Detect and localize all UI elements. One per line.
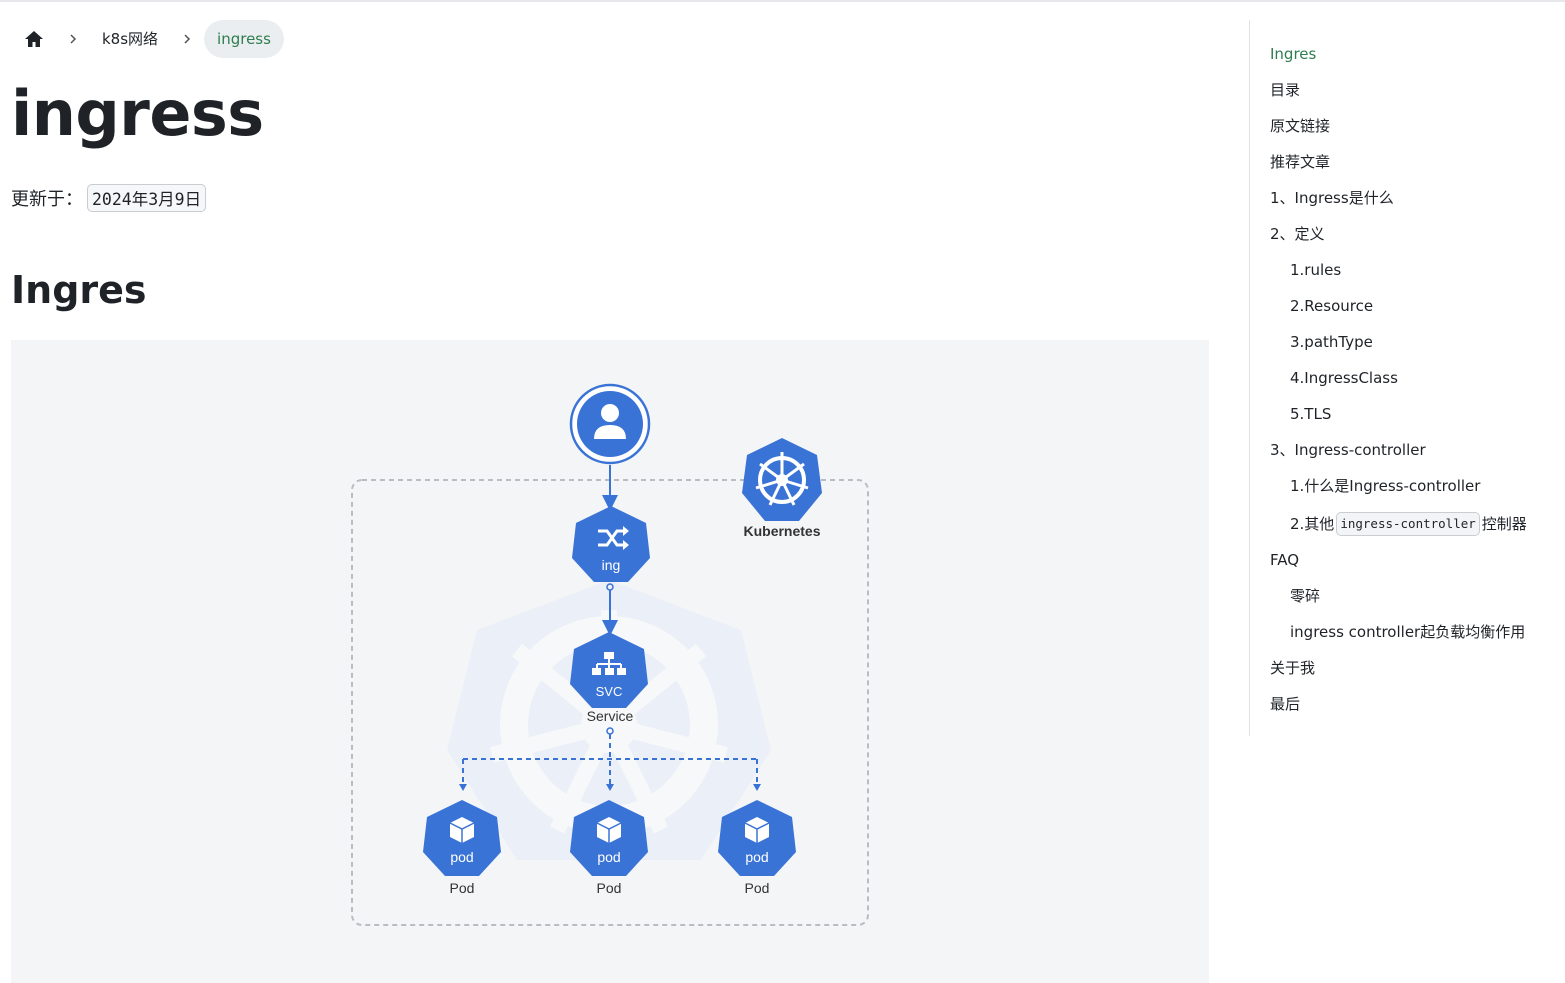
home-icon	[25, 31, 43, 47]
breadcrumb-item-k8s-network[interactable]: k8s网络	[90, 20, 170, 58]
ingress-node: ing	[572, 506, 650, 582]
pod-label: pod	[450, 849, 473, 865]
breadcrumb-item-ingress[interactable]: ingress	[204, 20, 284, 58]
toc-item-load-balancing[interactable]: ingress controller起负载均衡作用	[1290, 622, 1525, 642]
kubernetes-logo-icon	[742, 438, 822, 521]
breadcrumb-home[interactable]	[12, 20, 56, 58]
table-of-contents: Ingres 目录 原文链接 推荐文章 1、Ingress是什么 2、定义 1.…	[1249, 20, 1559, 736]
toc-item-tls[interactable]: 5.TLS	[1290, 404, 1331, 424]
toc-item-other-post: 控制器	[1481, 515, 1527, 533]
toc-item-what-is-ingress-controller[interactable]: 1.什么是Ingress-controller	[1290, 476, 1480, 496]
kubernetes-caption: Kubernetes	[743, 523, 820, 539]
service-caption: Service	[587, 708, 634, 724]
chevron-right-icon	[170, 33, 204, 45]
toc-item-definition[interactable]: 2、定义	[1270, 224, 1325, 244]
pod-caption: Pod	[597, 880, 622, 896]
ingress-architecture-diagram: Kubernetes ing SVC Service pod Pod pod P…	[11, 340, 1209, 983]
toc-item-ingress-controller[interactable]: 3、Ingress-controller	[1270, 440, 1426, 460]
pod-label: pod	[597, 849, 620, 865]
toc-item-original-link[interactable]: 原文链接	[1270, 116, 1330, 136]
toc-item-faq[interactable]: FAQ	[1270, 550, 1299, 570]
toc-item-contents[interactable]: 目录	[1270, 80, 1300, 100]
toc-item-other-controllers[interactable]: 2.其他 ingress-controller 控制器	[1290, 512, 1527, 536]
pod-caption: Pod	[450, 880, 475, 896]
ing-label: ing	[602, 557, 621, 573]
diagram-svg: Kubernetes ing SVC Service pod Pod pod P…	[351, 383, 869, 926]
toc-item-about-me[interactable]: 关于我	[1270, 658, 1315, 678]
section-heading-ingres: Ingres	[11, 268, 147, 312]
toc-item-rules[interactable]: 1.rules	[1290, 260, 1341, 280]
toc-item-resource[interactable]: 2.Resource	[1290, 296, 1373, 316]
pod-caption: Pod	[745, 880, 770, 896]
updated-date: 2024年3月9日	[87, 184, 207, 212]
pod-label: pod	[745, 849, 768, 865]
toc-item-other-pre: 2.其他	[1290, 515, 1335, 533]
updated-info: 更新于： 2024年3月9日	[11, 184, 207, 212]
toc-item-recommended[interactable]: 推荐文章	[1270, 152, 1330, 172]
svc-label: SVC	[596, 684, 623, 699]
updated-label: 更新于：	[11, 189, 83, 210]
top-border	[0, 0, 1565, 2]
chevron-right-icon	[56, 33, 90, 45]
page-title: ingress	[11, 77, 264, 150]
toc-item-ingressclass[interactable]: 4.IngressClass	[1290, 368, 1398, 388]
user-node	[569, 383, 651, 465]
toc-item-misc[interactable]: 零碎	[1290, 586, 1320, 606]
toc-item-other-code: ingress-controller	[1336, 512, 1480, 536]
toc-item-pathtype[interactable]: 3.pathType	[1290, 332, 1373, 352]
toc-item-what-is-ingress[interactable]: 1、Ingress是什么	[1270, 188, 1394, 208]
toc-item-ingres[interactable]: Ingres	[1270, 44, 1316, 64]
breadcrumb: k8s网络 ingress	[12, 20, 284, 58]
toc-item-finally[interactable]: 最后	[1270, 694, 1300, 714]
